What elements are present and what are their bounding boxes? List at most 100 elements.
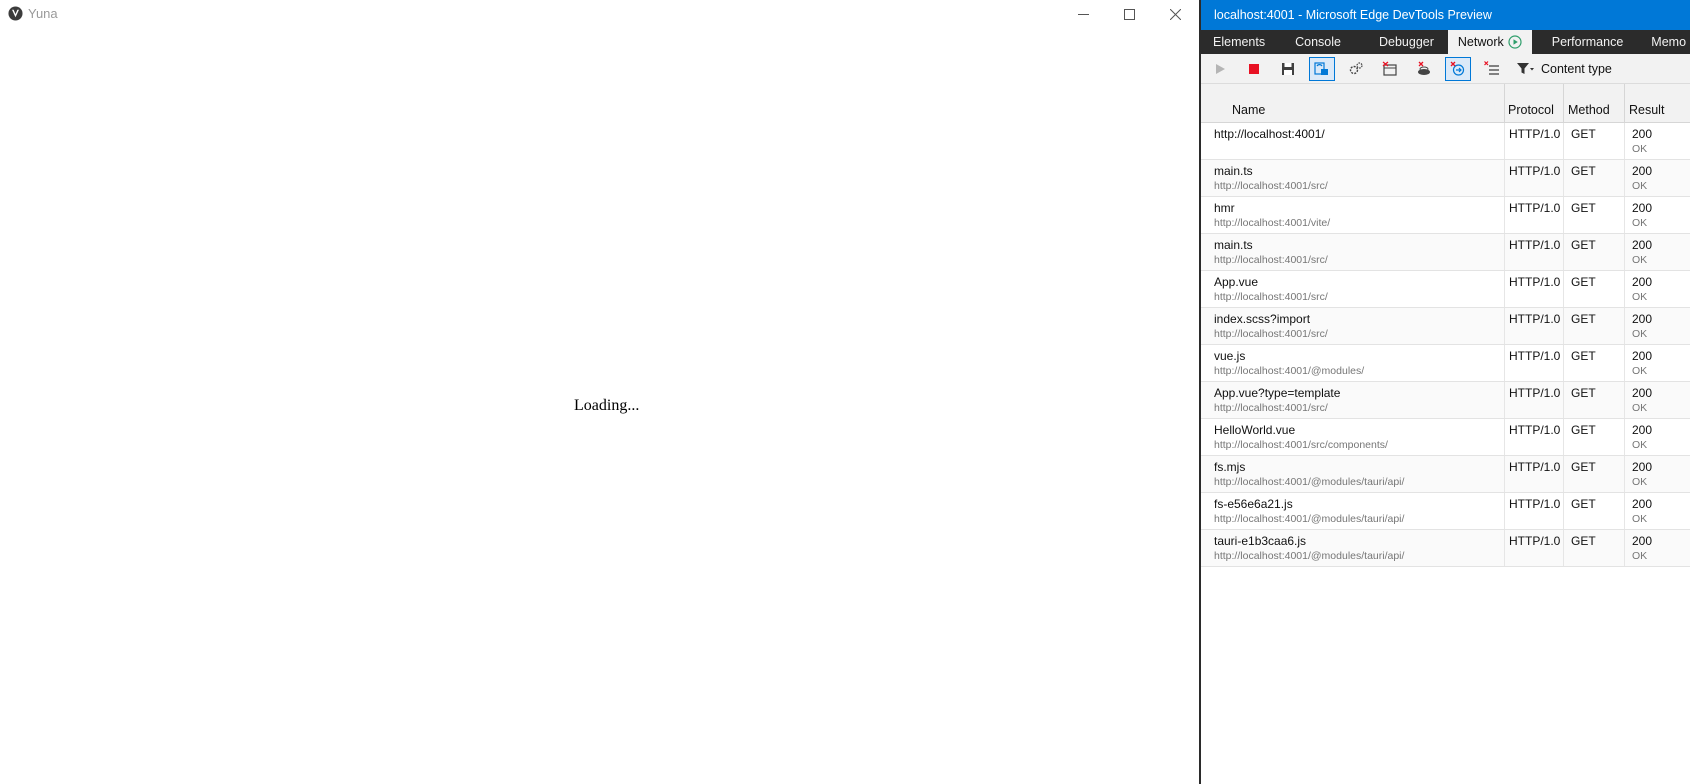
request-status-text: OK (1632, 365, 1648, 377)
table-row[interactable]: http://localhost:4001/HTTP/1.0 GET 200 OK (1201, 123, 1690, 160)
network-requests-table: Name Protocol Method Result http://local… (1201, 84, 1690, 567)
clear-entries-on-navigate-button[interactable] (1377, 57, 1403, 81)
column-divider (1624, 271, 1625, 307)
request-path: http://localhost:4001/@modules/tauri/api… (1214, 550, 1405, 562)
request-protocol: HTTP/1.0 (1509, 534, 1561, 548)
filter-icon (1517, 62, 1534, 74)
minimize-icon (1077, 13, 1089, 15)
tab-label: Network (1457, 35, 1504, 49)
clear-cache-button[interactable] (1411, 57, 1437, 81)
always-refresh-toggle[interactable] (1309, 56, 1335, 81)
app-titlebar[interactable]: Yuna (0, 0, 1199, 28)
clear-cache-icon (1418, 61, 1430, 75)
request-name: fs.mjs (1214, 460, 1246, 474)
tab-console[interactable]: Console (1277, 30, 1361, 54)
app-window: Yuna Loading... (0, 0, 1199, 784)
column-divider (1624, 530, 1625, 566)
clear-cookies-toggle[interactable] (1445, 56, 1471, 81)
column-divider[interactable] (1624, 84, 1625, 122)
column-divider (1563, 382, 1564, 418)
recording-icon (1508, 35, 1522, 49)
tab-performance[interactable]: Performance (1532, 30, 1638, 54)
table-row[interactable]: tauri-e1b3caa6.js http://localhost:4001/@… (1201, 530, 1690, 567)
request-path: http://localhost:4001/src/ (1214, 291, 1328, 303)
column-divider (1624, 123, 1625, 159)
table-header: Name Protocol Method Result (1201, 84, 1690, 123)
table-row[interactable]: App.vue http://localhost:4001/src/HTTP/1.… (1201, 271, 1690, 308)
tab-label: Debugger (1378, 35, 1434, 49)
table-row[interactable]: vue.js http://localhost:4001/@modules/HTT… (1201, 345, 1690, 382)
column-divider (1504, 493, 1505, 529)
column-divider[interactable] (1563, 84, 1564, 122)
play-icon (1216, 63, 1225, 74)
request-name: App.vue (1214, 275, 1259, 289)
request-name: hmr (1214, 201, 1235, 215)
column-divider[interactable] (1504, 84, 1505, 122)
refresh-from-server-icon (1314, 61, 1328, 75)
request-name: vue.js (1214, 349, 1246, 363)
column-divider (1624, 160, 1625, 196)
export-har-button[interactable] (1275, 57, 1301, 81)
column-divider (1624, 493, 1625, 529)
request-protocol: HTTP/1.0 (1509, 460, 1561, 474)
request-status-text: OK (1632, 402, 1648, 414)
stop-profiling-button[interactable] (1241, 57, 1267, 81)
tab-label: Performance (1551, 35, 1624, 49)
request-protocol: HTTP/1.0 (1509, 164, 1561, 178)
devtools-tabbar: Elements Console Debugger Network Perfor… (1201, 30, 1690, 54)
column-header-protocol[interactable]: Protocol (1508, 103, 1554, 117)
tab-debugger[interactable]: Debugger (1361, 30, 1448, 54)
app-logo-icon (8, 6, 23, 21)
column-divider (1563, 345, 1564, 381)
table-row[interactable]: hmr http://localhost:4001/vite/HTTP/1.0 GE… (1201, 197, 1690, 234)
request-method: GET (1571, 386, 1596, 400)
request-method: GET (1571, 238, 1596, 252)
request-status-code: 200 (1632, 127, 1653, 141)
tab-elements[interactable]: Elements (1201, 30, 1277, 54)
column-divider (1504, 456, 1505, 492)
maximize-button[interactable] (1106, 0, 1152, 28)
maximize-icon (1123, 8, 1135, 20)
table-row[interactable]: fs.mjs http://localhost:4001/@modules/tau… (1201, 456, 1690, 493)
column-divider (1563, 123, 1564, 159)
app-title: Yuna (28, 6, 58, 21)
request-status-code: 200 (1632, 238, 1653, 252)
column-header-result[interactable]: Result (1629, 103, 1664, 117)
request-status-text: OK (1632, 143, 1648, 155)
request-name: main.ts (1214, 238, 1253, 252)
table-row[interactable]: HelloWorld.vue http://localhost:4001/src/… (1201, 419, 1690, 456)
tab-network[interactable]: Network (1447, 30, 1532, 54)
request-protocol: HTTP/1.0 (1509, 312, 1561, 326)
column-divider (1504, 419, 1505, 455)
start-profiling-button[interactable] (1207, 57, 1233, 81)
table-row[interactable]: main.ts http://localhost:4001/src/HTTP/1.… (1201, 234, 1690, 271)
request-protocol: HTTP/1.0 (1509, 201, 1561, 215)
table-row[interactable]: App.vue?type=template http://localhost:40… (1201, 382, 1690, 419)
column-header-method[interactable]: Method (1568, 103, 1610, 117)
column-divider (1504, 234, 1505, 270)
request-status-text: OK (1632, 439, 1648, 451)
content-type-filter[interactable]: Content type (1517, 62, 1612, 76)
minimize-button[interactable] (1060, 0, 1106, 28)
devtools-titlebar[interactable]: localhost:4001 - Microsoft Edge DevTools… (1201, 0, 1690, 30)
column-divider (1563, 197, 1564, 233)
network-conditions-button[interactable] (1343, 57, 1369, 81)
request-name: App.vue?type=template (1214, 386, 1341, 400)
column-divider (1504, 160, 1505, 196)
table-row[interactable]: main.ts http://localhost:4001/src/HTTP/1.… (1201, 160, 1690, 197)
column-divider (1504, 197, 1505, 233)
tab-memory[interactable]: Memo (1637, 30, 1686, 54)
gears-icon (1349, 61, 1363, 74)
column-header-name[interactable]: Name (1232, 103, 1265, 117)
request-path: http://localhost:4001/@modules/tauri/api… (1214, 476, 1405, 488)
loading-text: Loading... (574, 397, 640, 414)
request-path: http://localhost:4001/src/ (1214, 254, 1328, 266)
request-protocol: HTTP/1.0 (1509, 275, 1561, 289)
table-row[interactable]: fs-e56e6a21.js http://localhost:4001/@mod… (1201, 493, 1690, 530)
clear-session-button[interactable] (1479, 57, 1505, 81)
close-button[interactable] (1152, 0, 1198, 28)
column-divider (1624, 382, 1625, 418)
table-row[interactable]: index.scss?import http://localhost:4001/s… (1201, 308, 1690, 345)
network-toolbar: Content type (1201, 54, 1690, 84)
request-name: http://localhost:4001/ (1214, 127, 1325, 141)
